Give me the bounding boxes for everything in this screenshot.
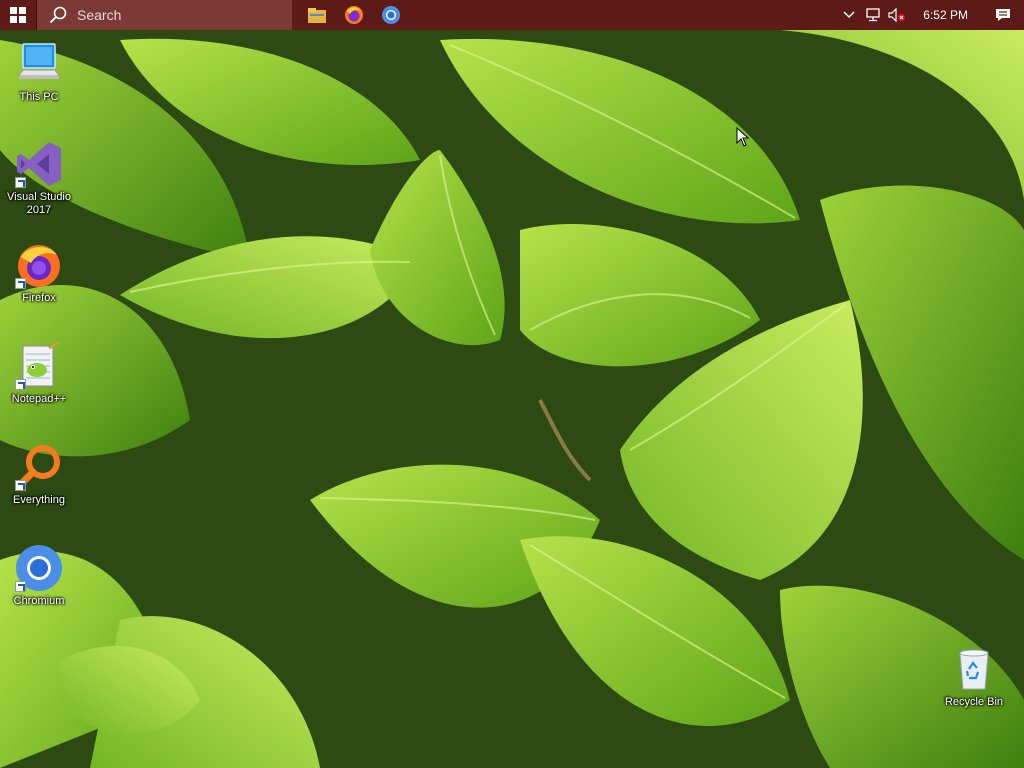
taskbar-firefox[interactable] bbox=[335, 0, 372, 30]
desktop-wallpaper bbox=[0, 0, 1024, 768]
chromium-icon bbox=[381, 6, 400, 24]
taskbar-chromium[interactable] bbox=[372, 0, 409, 30]
taskbar: Search 6:52 PM bbox=[0, 0, 1024, 30]
volume-muted-icon bbox=[888, 8, 906, 22]
taskbar-file-explorer[interactable] bbox=[298, 0, 335, 30]
shortcut-arrow-icon bbox=[15, 278, 26, 289]
mouse-cursor-icon bbox=[736, 127, 750, 147]
shortcut-arrow-icon bbox=[15, 379, 26, 390]
system-tray: 6:52 PM bbox=[837, 0, 1024, 30]
desktop-icon-notepadpp[interactable]: Notepad++ bbox=[1, 340, 77, 406]
taskbar-clock[interactable]: 6:52 PM bbox=[909, 8, 982, 22]
computer-icon bbox=[18, 43, 60, 79]
show-hidden-icons-button[interactable] bbox=[837, 0, 861, 30]
search-placeholder: Search bbox=[77, 7, 122, 23]
pinned-apps bbox=[298, 0, 409, 30]
desktop-icon-chromium[interactable]: Chromium bbox=[1, 544, 77, 608]
chevron-up-icon bbox=[843, 11, 855, 19]
recycle-bin-icon bbox=[959, 649, 989, 690]
windows-logo-icon bbox=[10, 7, 26, 23]
desktop-icon-label: Visual Studio 2017 bbox=[6, 191, 71, 216]
network-icon bbox=[866, 8, 880, 22]
desktop-icon-firefox[interactable]: Firefox bbox=[1, 241, 77, 305]
desktop-icon-label: Chromium bbox=[13, 595, 65, 607]
volume-button[interactable] bbox=[885, 0, 909, 30]
desktop-icon-this-pc[interactable]: This PC bbox=[1, 40, 77, 104]
taskbar-search-box[interactable]: Search bbox=[36, 0, 292, 30]
desktop-icon-everything[interactable]: Everything bbox=[1, 443, 77, 507]
shortcut-arrow-icon bbox=[15, 581, 26, 592]
desktop-icon-label: This PC bbox=[19, 91, 59, 103]
action-center-button[interactable] bbox=[982, 0, 1024, 30]
search-icon bbox=[49, 6, 67, 24]
desktop-icon-label: Everything bbox=[13, 494, 65, 506]
shortcut-arrow-icon bbox=[15, 177, 26, 188]
file-explorer-icon bbox=[307, 8, 326, 23]
desktop-icon-recycle-bin[interactable]: Recycle Bin bbox=[936, 645, 1012, 709]
desktop-icon-visual-studio[interactable]: Visual Studio 2017 bbox=[1, 140, 77, 217]
firefox-icon bbox=[344, 6, 363, 24]
desktop-icon-label: Firefox bbox=[22, 292, 56, 304]
desktop-icon-label: Notepad++ bbox=[11, 393, 67, 405]
shortcut-arrow-icon bbox=[15, 480, 26, 491]
notification-icon bbox=[996, 9, 1010, 21]
start-button[interactable] bbox=[0, 0, 36, 30]
network-status-button[interactable] bbox=[861, 0, 885, 30]
desktop-icon-label: Recycle Bin bbox=[944, 696, 1004, 708]
